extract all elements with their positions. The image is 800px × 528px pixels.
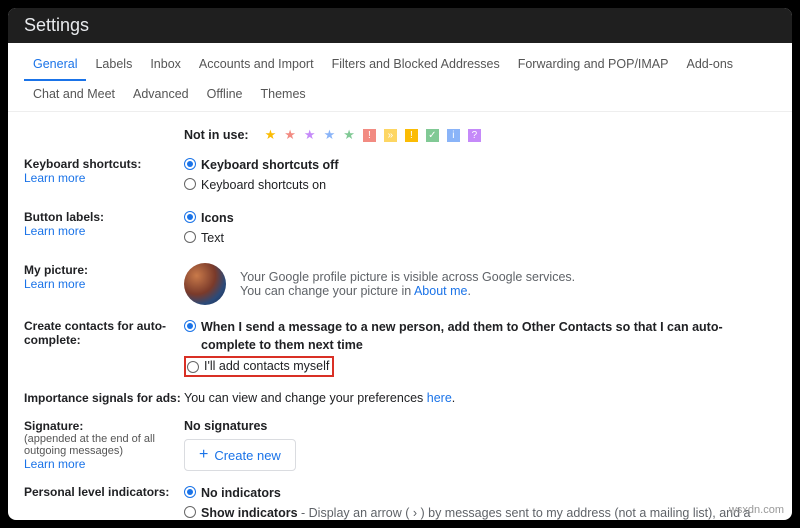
tab-chat[interactable]: Chat and Meet <box>24 81 124 111</box>
star-icon[interactable]: ★ <box>284 127 296 143</box>
radio-no-indicators[interactable] <box>184 486 196 498</box>
signature-label: Signature: <box>24 419 184 433</box>
tab-addons[interactable]: Add-ons <box>677 51 742 81</box>
radio-shortcuts-off[interactable] <box>184 158 196 170</box>
tab-inbox[interactable]: Inbox <box>141 51 190 81</box>
flag-icon[interactable]: ✓ <box>426 129 439 142</box>
learn-more-link[interactable]: Learn more <box>24 224 184 238</box>
tab-filters[interactable]: Filters and Blocked Addresses <box>323 51 509 81</box>
plus-icon: + <box>199 447 208 463</box>
star-icon[interactable]: ★ <box>304 127 316 143</box>
radio-show-indicators[interactable] <box>184 506 196 518</box>
no-signatures-text: No signatures <box>184 419 776 433</box>
star-icon[interactable]: ★ <box>343 127 355 143</box>
radio-shortcuts-on[interactable] <box>184 178 196 190</box>
create-contacts-label: Create contacts for auto-complete: <box>24 319 184 347</box>
flag-icon[interactable]: ! <box>363 129 376 142</box>
personal-level-label: Personal level indicators: <box>24 485 184 499</box>
learn-more-link[interactable]: Learn more <box>24 171 184 185</box>
flag-icon[interactable]: ? <box>468 129 481 142</box>
tab-forwarding[interactable]: Forwarding and POP/IMAP <box>509 51 678 81</box>
tab-offline[interactable]: Offline <box>198 81 252 111</box>
button-labels-label: Button labels: <box>24 210 184 224</box>
radio-icons[interactable] <box>184 211 196 223</box>
tab-general[interactable]: General <box>24 51 86 81</box>
learn-more-link[interactable]: Learn more <box>24 277 184 291</box>
radio-add-contacts-myself[interactable] <box>187 361 199 373</box>
tab-accounts[interactable]: Accounts and Import <box>190 51 323 81</box>
star-icon[interactable]: ★ <box>265 127 277 143</box>
flag-icon[interactable]: i <box>447 129 460 142</box>
tab-advanced[interactable]: Advanced <box>124 81 198 111</box>
picture-desc-1: Your Google profile picture is visible a… <box>240 270 575 284</box>
flag-icon[interactable]: ! <box>405 129 418 142</box>
preferences-here-link[interactable]: here <box>427 391 452 405</box>
radio-text[interactable] <box>184 231 196 243</box>
watermark: wsxdn.com <box>729 504 784 516</box>
importance-signals-label: Importance signals for ads: <box>24 391 184 405</box>
signature-sub: (appended at the end of all outgoing mes… <box>24 433 184 457</box>
star-icon[interactable]: ★ <box>324 127 336 143</box>
learn-more-link[interactable]: Learn more <box>24 457 184 471</box>
page-title: Settings <box>8 8 792 43</box>
star-icons[interactable]: ★ ★ ★ ★ ★! »! ✓ i? <box>265 127 481 143</box>
my-picture-label: My picture: <box>24 263 184 277</box>
about-me-link[interactable]: About me <box>414 284 468 298</box>
radio-auto-add-contacts[interactable] <box>184 320 196 332</box>
create-new-signature-button[interactable]: + Create new <box>184 439 296 471</box>
tab-themes[interactable]: Themes <box>252 81 315 111</box>
not-in-use-label: Not in use: <box>184 128 249 142</box>
tab-labels[interactable]: Labels <box>86 51 141 81</box>
avatar[interactable] <box>184 263 226 305</box>
flag-icon[interactable]: » <box>384 129 397 142</box>
settings-content: Not in use: ★ ★ ★ ★ ★! »! ✓ i? Keyboard shortcu… <box>8 112 792 520</box>
tabs-bar: General Labels Inbox Accounts and Import… <box>8 43 792 112</box>
picture-desc-2: You can change your picture in About me. <box>240 284 575 298</box>
keyboard-shortcuts-label: Keyboard shortcuts: <box>24 157 184 171</box>
